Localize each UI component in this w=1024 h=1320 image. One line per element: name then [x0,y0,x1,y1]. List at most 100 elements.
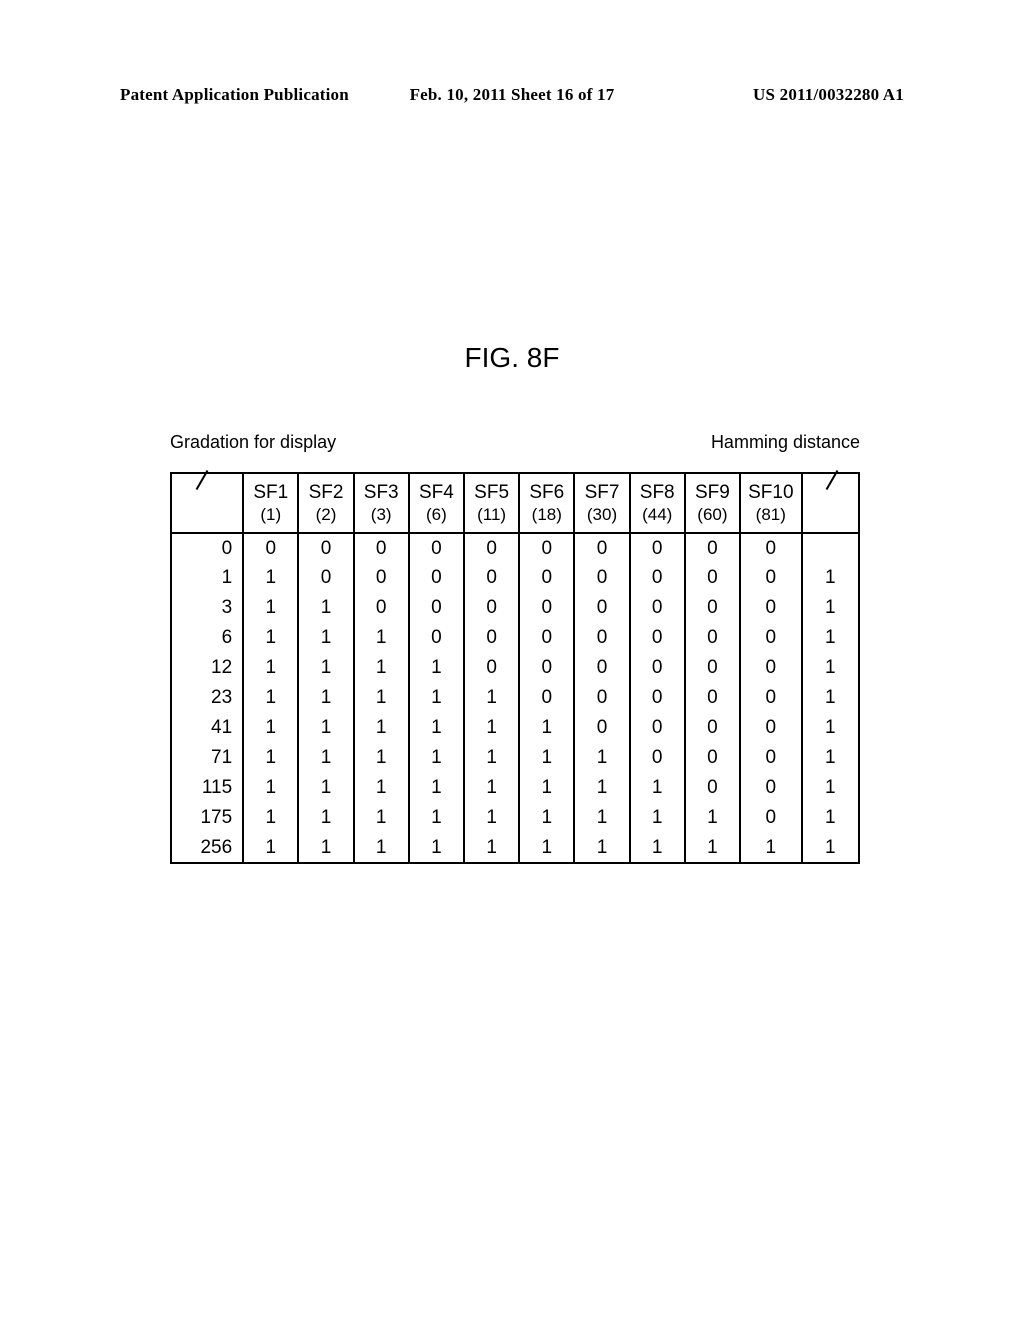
col-head-sf5: SF5(11) [464,473,519,533]
sf-cell: 0 [685,773,740,803]
sf-weight: (44) [635,504,680,525]
sf-cell: 0 [685,653,740,683]
sf-cell: 0 [574,623,629,653]
sf-cell: 1 [630,803,685,833]
gradation-label: Gradation for display [170,432,336,453]
sf-cell: 0 [630,533,685,563]
sf-cell: 0 [574,683,629,713]
sf-cell: 0 [740,743,802,773]
sf-weight: (11) [469,504,514,525]
sf-cell: 0 [740,593,802,623]
sf-cell: 0 [574,593,629,623]
sf-cell: 0 [685,713,740,743]
sf-cell: 0 [630,593,685,623]
header-left: Patent Application Publication [120,85,349,105]
table-row: 25611111111111 [171,833,859,863]
sf-cell: 1 [409,653,464,683]
sf-cell: 0 [409,593,464,623]
sf-cell: 1 [243,683,298,713]
sf-cell: 0 [630,623,685,653]
right-tick-mark [822,470,840,490]
table-row: 2311111000001 [171,683,859,713]
sf-weight-val: 30 [593,505,612,524]
sf-cell: 1 [519,833,574,863]
sf-name: SF9 [695,482,730,503]
sf-cell: 1 [243,803,298,833]
gradation-cell: 23 [171,683,243,713]
col-head-sf6: SF6(18) [519,473,574,533]
sf-name: SF8 [640,482,675,503]
sf-cell: 1 [574,773,629,803]
hamming-label: Hamming distance [711,432,860,453]
hamming-cell: 1 [802,593,859,623]
sf-cell: 1 [464,833,519,863]
sf-cell: 1 [630,833,685,863]
sf-cell: 1 [574,803,629,833]
sf-cell: 1 [409,803,464,833]
sf-cell: 1 [464,683,519,713]
sf-cell: 1 [409,683,464,713]
sf-weight: (3) [359,504,404,525]
patent-header: Patent Application Publication Feb. 10, … [0,85,1024,105]
col-head-sf10: SF10(81) [740,473,802,533]
sf-cell: 0 [630,653,685,683]
sf-weight-val: 18 [537,505,556,524]
sf-cell: 1 [464,743,519,773]
sf-cell: 0 [740,623,802,653]
hamming-cell: 1 [802,833,859,863]
sf-name: SF3 [364,482,399,503]
sf-cell: 1 [354,803,409,833]
hamming-cell: 1 [802,743,859,773]
sf-cell: 0 [298,533,353,563]
gradation-cell: 115 [171,773,243,803]
sf-cell: 1 [409,743,464,773]
sf-cell: 1 [298,593,353,623]
table-row: 00000000000 [171,533,859,563]
sf-cell: 0 [409,623,464,653]
sf-cell: 0 [409,533,464,563]
sf-name: SF6 [529,482,564,503]
hamming-cell: 1 [802,653,859,683]
sf-weight-val: 44 [648,505,667,524]
sf-cell: 1 [243,833,298,863]
sf-name: SF7 [585,482,620,503]
sf-cell: 0 [740,773,802,803]
sf-cell: 0 [740,653,802,683]
left-tick-mark [194,470,212,490]
sf-weight-val: 11 [483,505,501,524]
col-head-sf8: SF8(44) [630,473,685,533]
hamming-cell: 1 [802,623,859,653]
sf-cell: 0 [354,593,409,623]
sf-cell: 0 [574,653,629,683]
sf-cell: 1 [519,743,574,773]
sf-cell: 1 [298,713,353,743]
sf-cell: 1 [685,833,740,863]
sf-cell: 1 [298,773,353,803]
sf-name: SF1 [253,482,288,503]
header-right: US 2011/0032280 A1 [753,85,904,105]
hamming-cell: 1 [802,563,859,593]
col-head-sf3: SF3(3) [354,473,409,533]
sf-cell: 1 [354,743,409,773]
gradation-cell: 0 [171,533,243,563]
sf-cell: 1 [243,593,298,623]
sf-name: SF5 [474,482,509,503]
table-head: SF1(1) SF2(2) SF3(3) SF4(6) SF5(11) SF6(… [171,473,859,533]
sf-cell: 0 [574,533,629,563]
sf-cell: 0 [464,653,519,683]
sf-weight-val: 3 [376,505,385,524]
labels-row: Gradation for display Hamming distance [170,432,860,472]
sf-weight: (2) [303,504,348,525]
sf-cell: 1 [354,833,409,863]
sf-cell: 1 [464,803,519,833]
gradation-cell: 1 [171,563,243,593]
sf-cell: 0 [464,623,519,653]
sf-cell: 1 [519,773,574,803]
sf-cell: 1 [519,713,574,743]
sf-weight-val: 6 [432,505,441,524]
sf-cell: 0 [740,563,802,593]
table-wrapper: SF1(1) SF2(2) SF3(3) SF4(6) SF5(11) SF6(… [170,472,860,864]
gradation-cell: 12 [171,653,243,683]
sf-weight-val: 81 [761,505,780,524]
table-row: 4111111100001 [171,713,859,743]
